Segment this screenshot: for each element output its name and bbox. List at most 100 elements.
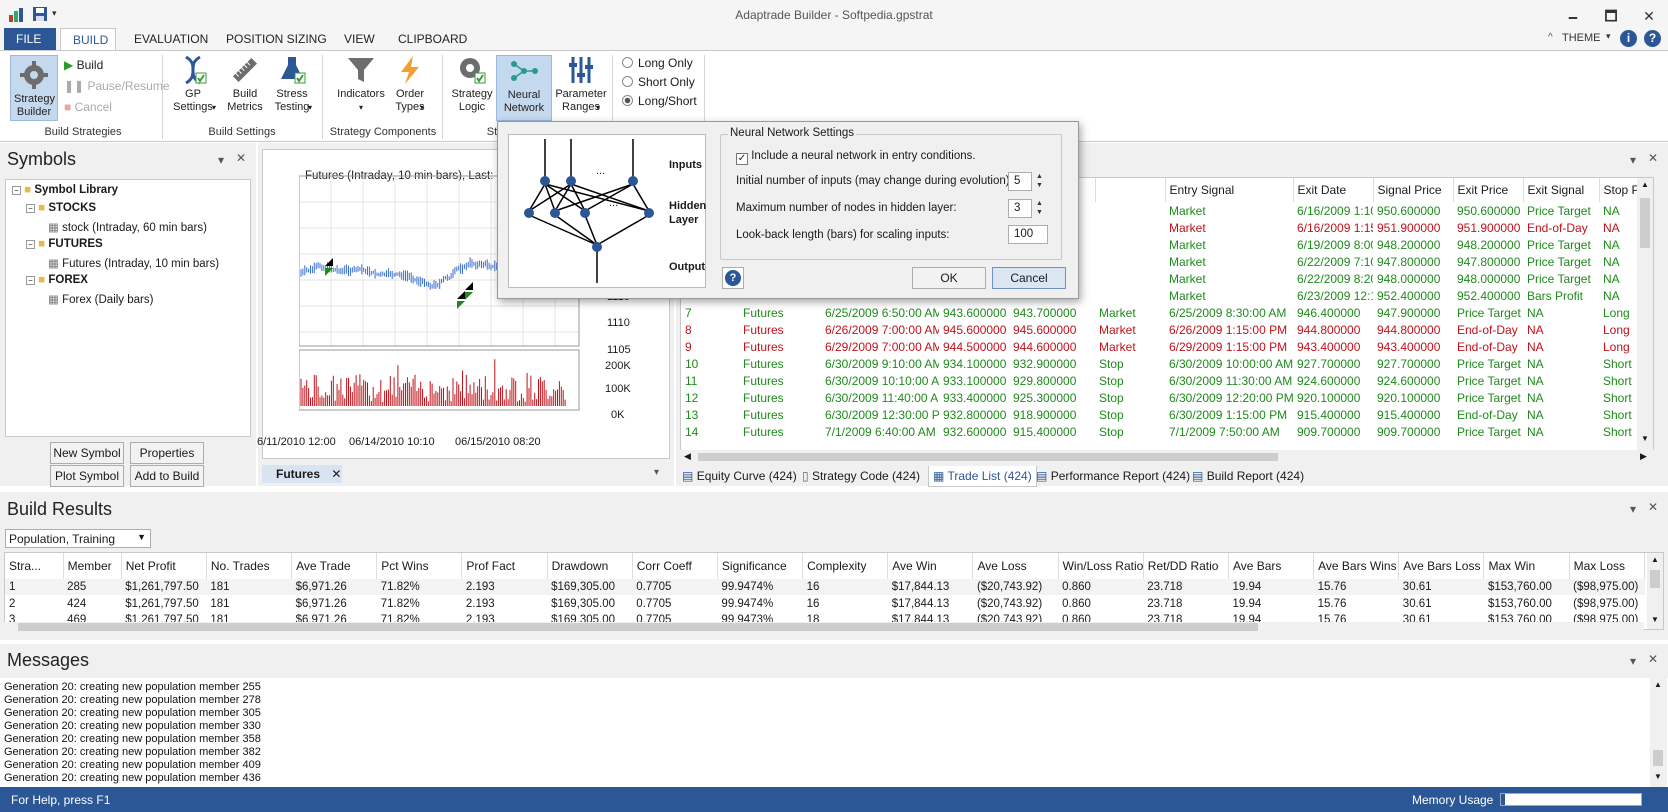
results-col-header[interactable]: Prof Fact [461, 553, 548, 579]
panel-close-icon[interactable]: ✕ [1648, 652, 1658, 666]
messages-vscrollbar[interactable]: ▲ ▼ [1650, 678, 1667, 787]
panel-menu-icon[interactable]: ▾ [1630, 654, 1636, 668]
hscroll-thumb[interactable] [698, 453, 1278, 461]
indicators-button[interactable]: Indicators ▾ [334, 55, 388, 114]
nodes-spin-icon[interactable]: ▲ ▼ [1036, 199, 1043, 217]
chart-tab-futures[interactable]: Futures ✕ [262, 465, 342, 483]
scroll-right-icon[interactable]: ▶ [1640, 451, 1647, 462]
trade-col-header[interactable]: Signal Price [1373, 178, 1454, 202]
trade-col-header[interactable]: Stop Price [1599, 178, 1642, 202]
results-col-header[interactable]: Member [63, 553, 122, 579]
tab-file[interactable]: FILE [4, 28, 56, 50]
trade-col-header[interactable]: Exit Signal [1523, 178, 1600, 202]
results-col-header[interactable]: Max Loss [1569, 553, 1646, 579]
results-col-header[interactable]: Max Win [1483, 553, 1570, 579]
tab-evaluation[interactable]: EVALUATION [122, 28, 220, 50]
tree-item-stock[interactable]: ▦ stock (Intraday, 60 min bars) [48, 220, 207, 234]
tab-equity-curve[interactable]: ▤ Equity Curve (424) [682, 469, 797, 483]
inputs-spin-icon[interactable]: ▲ ▼ [1036, 172, 1043, 190]
tree-node-forex[interactable]: − ■ FOREX [26, 274, 88, 286]
tree-item-forex[interactable]: ▦ Forex (Daily bars) [48, 292, 153, 306]
scroll-thumb[interactable] [1640, 198, 1650, 248]
info-icon[interactable]: i [1620, 30, 1637, 47]
stress-testing-dropdown-icon[interactable]: ▾ [308, 103, 312, 112]
trade-vscrollbar[interactable]: ▲ ▼ [1637, 178, 1653, 450]
inputs-stepper[interactable]: 5 [1008, 172, 1032, 191]
scroll-up-icon[interactable]: ▲ [1641, 180, 1649, 189]
trade-row[interactable]: 12 Futures 6/30/2009 11:40:00 AM 933.400000… [681, 389, 1641, 406]
theme-dropdown-icon[interactable]: ▾ [1606, 31, 1611, 42]
nodes-stepper[interactable]: 3 [1008, 199, 1032, 218]
new-symbol-button[interactable]: New Symbol [50, 442, 124, 464]
parameter-ranges-dropdown-icon[interactable]: ▾ [596, 103, 600, 112]
trade-row[interactable]: 9 Futures 6/29/2009 7:00:00 AM 944.500000 94… [681, 338, 1641, 355]
panel-menu-icon[interactable]: ▾ [218, 153, 224, 167]
results-col-header[interactable]: Pct Wins [376, 553, 463, 579]
radio-long-only[interactable]: Long Only [622, 56, 693, 70]
tab-position-sizing[interactable]: POSITION SIZING [214, 28, 339, 50]
hscroll-thumb[interactable] [18, 623, 1258, 631]
scroll-thumb[interactable] [1650, 570, 1660, 588]
trade-col-header[interactable]: Exit Price [1453, 178, 1524, 202]
strategy-logic-button[interactable]: Strategy Logic [448, 55, 496, 114]
results-col-header[interactable]: Ave Bars [1228, 553, 1315, 579]
trade-col-header[interactable] [1095, 178, 1166, 202]
tab-strategy-code[interactable]: ▯ Strategy Code (424) [802, 469, 920, 483]
tree-item-futures[interactable]: ▦ Futures (Intraday, 10 min bars) [48, 256, 219, 270]
radio-long-short[interactable]: Long/Short [622, 94, 697, 108]
lookback-field[interactable]: 100 [1008, 225, 1048, 244]
pause-resume-button[interactable]: ❚❚ Pause/Resume [64, 79, 170, 93]
scroll-down-icon[interactable]: ▼ [1651, 615, 1659, 624]
cancel-build-button[interactable]: ■ Cancel [64, 100, 112, 114]
chart-tab-dropdown-icon[interactable]: ▾ [654, 467, 659, 478]
scroll-down-icon[interactable]: ▼ [1641, 434, 1649, 443]
radio-short-only[interactable]: Short Only [622, 75, 695, 89]
add-to-build-button[interactable]: Add to Build [130, 465, 204, 487]
panel-menu-icon[interactable]: ▾ [1630, 153, 1636, 167]
gp-settings-button[interactable]: GP Settings [168, 55, 218, 114]
neural-network-button[interactable]: Neural Network [496, 55, 552, 121]
results-col-header[interactable]: Ave Loss [972, 553, 1059, 579]
order-types-button[interactable]: Order Types [388, 55, 432, 114]
results-col-header[interactable]: Ave Bars Wins [1313, 553, 1400, 579]
theme-up-icon[interactable]: ^ [1548, 32, 1553, 43]
trade-row[interactable]: 10 Futures 6/30/2009 9:10:00 AM 934.100000 9… [681, 355, 1641, 372]
minimize-button[interactable]: 🗕 [1562, 6, 1584, 26]
panel-close-icon[interactable]: ✕ [1648, 151, 1658, 165]
include-nn-checkbox[interactable]: ✓ Include a neural network in entry cond… [736, 150, 976, 165]
tab-build-report[interactable]: ▤ Build Report (424) [1192, 469, 1304, 483]
trade-row[interactable]: 13 Futures 6/30/2009 12:30:00 PM 932.800000… [681, 406, 1641, 423]
cancel-button[interactable]: Cancel [992, 267, 1066, 289]
scroll-up-icon[interactable]: ▲ [1651, 555, 1659, 564]
tab-view[interactable]: VIEW [332, 28, 387, 50]
properties-button[interactable]: Properties [130, 442, 204, 464]
tree-node-library[interactable]: − ■ Symbol Library [12, 184, 118, 196]
close-tab-icon[interactable]: ✕ [331, 467, 341, 481]
results-col-header[interactable]: Complexity [802, 553, 889, 579]
close-button[interactable]: ✕ [1638, 6, 1660, 26]
build-button[interactable]: ▶ Build [64, 58, 103, 72]
panel-close-icon[interactable]: ✕ [236, 151, 246, 165]
results-col-header[interactable]: Ret/DD Ratio [1143, 553, 1229, 579]
trade-row[interactable]: 14 Futures 7/1/2009 6:40:00 AM 932.600000 91… [681, 423, 1641, 440]
scroll-up-icon[interactable]: ▲ [1654, 680, 1662, 689]
parameter-ranges-button[interactable]: Parameter Ranges [552, 55, 610, 114]
results-col-header[interactable]: Corr Coeff [632, 553, 718, 579]
scroll-down-icon[interactable]: ▼ [1654, 772, 1662, 781]
tab-performance-report[interactable]: ▤ Performance Report (424) [1036, 469, 1190, 483]
results-row[interactable]: 2 424 $1,261,797.50 181 $6,971.26 71.82% 2.193… [5, 595, 1645, 613]
plot-symbol-button[interactable]: Plot Symbol [50, 465, 124, 487]
trade-col-header[interactable]: Exit Date [1293, 178, 1374, 202]
trade-row[interactable]: 7 Futures 6/25/2009 6:50:00 AM 943.600000 94… [681, 304, 1641, 321]
tab-trade-list[interactable]: ▦ Trade List (424) [928, 466, 1037, 487]
help-icon[interactable]: ? [1644, 30, 1661, 47]
results-col-header[interactable]: Stra... [5, 553, 64, 579]
trade-row[interactable]: 11 Futures 6/30/2009 10:10:00 AM 933.100000… [681, 372, 1641, 389]
trade-col-header[interactable]: Entry Signal [1165, 178, 1294, 202]
order-types-dropdown-icon[interactable]: ▾ [420, 103, 424, 112]
ok-button[interactable]: OK [912, 267, 986, 289]
tree-node-stocks[interactable]: − ■ STOCKS [26, 202, 96, 214]
dialog-help-button[interactable]: ? [722, 267, 744, 289]
panel-menu-icon[interactable]: ▾ [1630, 502, 1636, 516]
results-col-header[interactable]: Win/Loss Ratio [1058, 553, 1144, 579]
